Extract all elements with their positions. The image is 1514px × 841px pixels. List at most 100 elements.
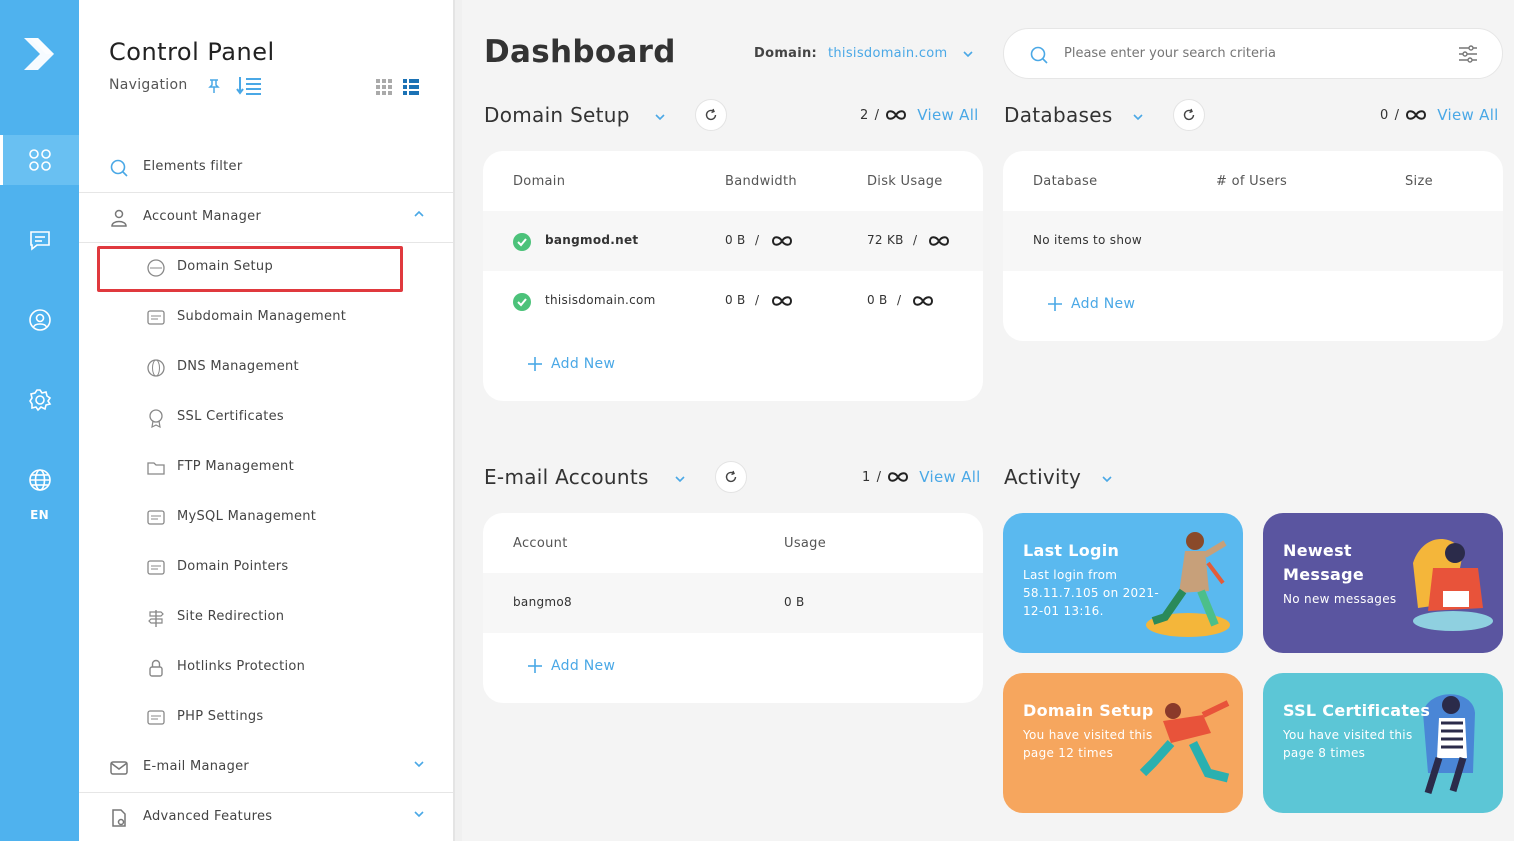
sidebar-item-mysql-management[interactable]: MySQL Management	[79, 492, 453, 542]
document-gear-icon	[112, 809, 126, 827]
plus-icon	[528, 357, 542, 371]
ssl-certificates-tile[interactable]: SSL Certificates You have visited this p…	[1263, 673, 1503, 813]
infinity-icon	[771, 296, 793, 306]
account-manager-section[interactable]: Account Manager	[79, 192, 453, 242]
sidebar-title: Control Panel	[109, 38, 275, 66]
column-header[interactable]: Account	[513, 536, 568, 551]
filter-sliders-icon[interactable]	[1458, 44, 1478, 64]
language-label[interactable]: EN	[0, 508, 79, 522]
refresh-button[interactable]	[715, 461, 747, 493]
table-row[interactable]: bangmod.net 0 B / 72 KB /	[483, 211, 983, 271]
column-header[interactable]: Bandwidth	[725, 174, 797, 189]
domain-setup-tile[interactable]: Domain Setup You have visited this page …	[1003, 673, 1243, 813]
table-row[interactable]: bangmo8 0 B	[483, 573, 983, 633]
domain-name[interactable]: bangmod.net	[545, 233, 638, 247]
add-new-database-button[interactable]: Add New	[1047, 296, 1135, 312]
sidebar-item-subdomain-management[interactable]: Subdomain Management	[79, 292, 453, 342]
chevron-down-icon[interactable]	[413, 758, 425, 770]
runner-illustration	[1146, 532, 1230, 637]
domain-name[interactable]: thisisdomain.com	[545, 293, 656, 307]
domain-selector[interactable]: thisisdomain.com	[828, 46, 948, 61]
chevron-down-icon[interactable]	[1101, 473, 1113, 485]
column-header[interactable]: Usage	[784, 536, 826, 551]
tile-title: SSL Certificates	[1283, 701, 1431, 720]
refresh-button[interactable]	[1173, 99, 1205, 131]
sidebar-item-dns-management[interactable]: DNS Management	[79, 342, 453, 392]
tile-title: Message	[1283, 565, 1365, 584]
sidebar-item-php-settings[interactable]: PHP Settings	[79, 692, 453, 742]
view-all-link[interactable]: View All	[1437, 106, 1498, 124]
add-new-email-button[interactable]: Add New	[527, 658, 615, 674]
empty-row: No items to show	[1003, 211, 1503, 271]
pin-icon[interactable]	[207, 78, 221, 94]
refresh-button[interactable]	[695, 99, 727, 131]
infinity-icon	[888, 472, 909, 482]
view-all-link[interactable]: View All	[919, 468, 980, 486]
tile-description: You have visited this	[1283, 728, 1413, 742]
bandwidth-value: 0 B	[725, 233, 746, 247]
disk-usage-value: 0 B	[867, 293, 888, 307]
pointer-icon	[147, 560, 165, 575]
list-indent-icon[interactable]	[236, 76, 262, 96]
user-icon	[111, 209, 127, 227]
column-header[interactable]: # of Users	[1216, 174, 1287, 189]
activity-title: Activity	[1004, 465, 1082, 489]
infinity-icon	[886, 110, 907, 120]
slash: /	[913, 233, 918, 247]
navigation-label: Navigation	[109, 77, 188, 93]
infinity-icon	[771, 236, 793, 246]
add-new-label: Add New	[1071, 296, 1136, 312]
list-view-icon[interactable]	[403, 79, 419, 95]
chevron-down-icon[interactable]	[1132, 111, 1144, 123]
grid-view-icon[interactable]	[376, 79, 392, 95]
sidebar-item-ssl-certificates[interactable]: SSL Certificates	[79, 392, 453, 442]
gear-icon	[28, 389, 51, 412]
rail-language[interactable]	[0, 455, 79, 505]
phone-user-illustration	[1423, 694, 1475, 795]
rail-dashboard[interactable]	[0, 135, 79, 185]
sidebar-item-label: DNS Management	[177, 359, 299, 374]
chevron-down-icon[interactable]	[962, 48, 974, 60]
last-login-tile[interactable]: Last Login Last login from 58.11.7.105 o…	[1003, 513, 1243, 653]
sidebar-item-hotlinks-protection[interactable]: Hotlinks Protection	[79, 642, 453, 692]
rail-account[interactable]	[0, 295, 79, 345]
sidebar-item-ftp-management[interactable]: FTP Management	[79, 442, 453, 492]
logo-icon[interactable]	[20, 34, 60, 74]
view-all-link[interactable]: View All	[917, 106, 978, 124]
tile-title: Last Login	[1023, 541, 1120, 560]
rail-settings[interactable]	[0, 375, 79, 425]
column-header[interactable]: Domain	[513, 174, 565, 189]
column-header[interactable]: Database	[1033, 174, 1097, 189]
add-new-domain-button[interactable]: Add New	[527, 356, 615, 372]
chevron-down-icon[interactable]	[674, 473, 686, 485]
icon-rail: EN	[0, 0, 79, 841]
count-separator: /	[876, 469, 882, 485]
email-manager-section[interactable]: E-mail Manager	[79, 742, 453, 792]
sidebar-scroll-gutter[interactable]	[453, 0, 462, 841]
sidebar-item-domain-pointers[interactable]: Domain Pointers	[79, 542, 453, 592]
tile-title: Domain Setup	[1023, 701, 1154, 720]
search-input[interactable]	[1064, 46, 1424, 61]
chevron-down-icon[interactable]	[413, 808, 425, 820]
sql-icon	[147, 510, 165, 525]
chevron-up-icon[interactable]	[413, 208, 425, 220]
ssl-icon	[149, 409, 163, 428]
chevron-down-icon[interactable]	[654, 111, 666, 123]
email-accounts-title: E-mail Accounts	[484, 465, 649, 489]
refresh-icon	[725, 470, 737, 483]
elements-filter[interactable]: Elements filter	[79, 142, 453, 192]
disk-usage-value: 72 KB	[867, 233, 904, 247]
newest-message-tile[interactable]: Newest Message No new messages	[1263, 513, 1503, 653]
count-value: 1	[862, 469, 871, 485]
check-circle-icon	[513, 293, 531, 311]
table-row[interactable]: thisisdomain.com 0 B / 0 B /	[483, 271, 983, 331]
column-header[interactable]: Disk Usage	[867, 174, 943, 189]
account-name[interactable]: bangmo8	[513, 595, 572, 609]
plus-icon	[1048, 297, 1062, 311]
page-title: Dashboard	[484, 34, 676, 70]
sidebar-item-site-redirection[interactable]: Site Redirection	[79, 592, 453, 642]
column-header[interactable]: Size	[1405, 174, 1433, 189]
advanced-features-section[interactable]: Advanced Features	[79, 792, 453, 841]
infinity-icon	[928, 236, 950, 246]
rail-messages[interactable]	[0, 215, 79, 265]
